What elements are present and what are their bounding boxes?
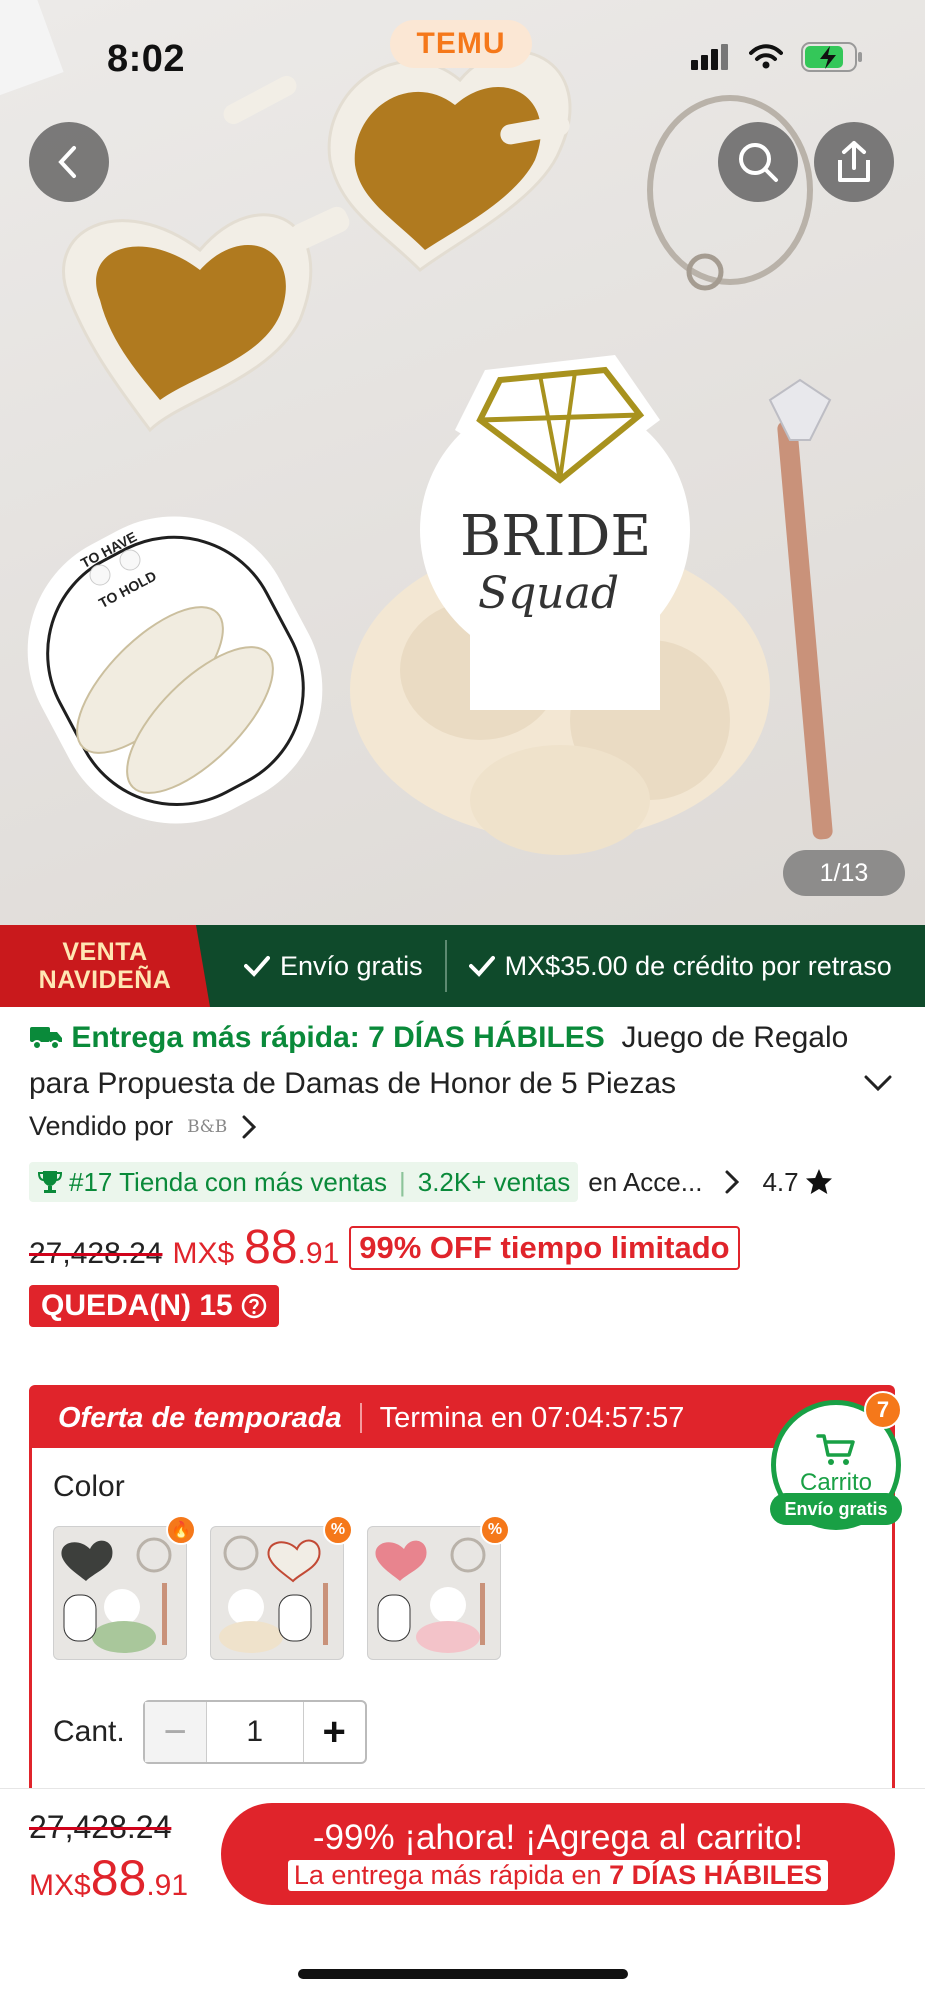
svg-text:Squad: Squad: [478, 568, 619, 619]
color-label: Color: [53, 1470, 125, 1503]
chevron-right-icon: [242, 1115, 257, 1138]
seller-row[interactable]: Vendido por B&B: [29, 1111, 901, 1142]
add-to-cart-button[interactable]: -99% ¡ahora! ¡Agrega al carrito! La entr…: [221, 1803, 895, 1905]
svg-text:BRIDE: BRIDE: [460, 504, 651, 569]
home-indicator[interactable]: [298, 1969, 628, 1979]
price-row: 27,428.24 MX$ 88 .91 99% OFF tiempo limi…: [29, 1220, 901, 1275]
hot-badge: 🔥: [166, 1515, 196, 1545]
quantity-value[interactable]: 1: [207, 1715, 303, 1749]
chevron-down-icon[interactable]: [863, 1073, 893, 1093]
offer-header: Oferta de temporada Termina en 07:04:57:…: [32, 1388, 892, 1448]
variant-thumbnail: [375, 1537, 486, 1653]
sale-price-decimal: .91: [297, 1237, 340, 1270]
store-rank-row[interactable]: #17 Tienda con más ventas | 3.2K+ ventas…: [29, 1162, 901, 1202]
decrease-quantity-button[interactable]: −: [144, 1702, 207, 1762]
bottom-original-price: 27,428.24: [29, 1809, 172, 1845]
product-image-gallery[interactable]: TO HAVE TO HOLD BRIDE Squad 8:02 TEMU 1/…: [0, 0, 925, 925]
variant-thumbnail: [61, 1537, 172, 1653]
quantity-label: Cant.: [53, 1715, 125, 1748]
store-rank-badge: #17 Tienda con más ventas | 3.2K+ ventas: [29, 1162, 579, 1202]
discount-percent-badge: %: [480, 1515, 510, 1545]
free-shipping-note: Envío gratis: [244, 951, 423, 982]
wifi-icon: [749, 44, 783, 69]
increase-quantity-button[interactable]: +: [302, 1702, 365, 1762]
back-button[interactable]: [29, 122, 109, 202]
help-icon: [241, 1293, 266, 1319]
original-price: 27,428.24: [29, 1237, 163, 1270]
quantity-stepper: − 1 +: [142, 1700, 367, 1764]
stock-badge[interactable]: QUEDA(N) 15: [29, 1285, 279, 1327]
bottom-purchase-bar: 27,428.24 MX$ 88 .91 -99% ¡ahora! ¡Agreg…: [0, 1788, 925, 2000]
check-icon: [244, 956, 270, 977]
divider: [444, 940, 447, 992]
bottom-sale-price: MX$ 88 .91: [29, 1850, 189, 1906]
delivery-truck-icon: [30, 1027, 62, 1050]
delivery-label: Entrega más rápida: 7 DÍAS HÁBILES: [71, 1021, 605, 1054]
quantity-row: Cant. − 1 +: [53, 1700, 892, 1764]
seller-logo: B&B: [187, 1116, 228, 1137]
discount-percent-badge: %: [323, 1515, 353, 1545]
share-icon: [838, 141, 870, 182]
check-icon: [468, 956, 495, 977]
delay-credit-note: MX$35.00 de crédito por retraso: [468, 950, 899, 982]
search-icon: [739, 143, 778, 182]
status-icons: [691, 42, 863, 72]
discount-badge: 99% OFF tiempo limitado: [349, 1225, 740, 1270]
product-info: Entrega más rápida: 7 DÍAS HÁBILES Juego…: [29, 1007, 901, 1327]
trophy-icon: [37, 1171, 63, 1193]
cart-icon: [816, 1434, 855, 1465]
sale-price-integer: 88: [244, 1221, 298, 1274]
category-text: en Acce...: [588, 1166, 703, 1197]
search-button[interactable]: [718, 122, 798, 202]
pen-graphic: [768, 378, 833, 840]
temu-logo[interactable]: TEMU: [390, 20, 532, 68]
color-option-pink[interactable]: %: [367, 1515, 510, 1660]
variant-thumbnail: [219, 1535, 328, 1653]
chevron-left-icon: [58, 146, 76, 178]
hair-clip-card-graphic: TO HAVE TO HOLD: [27, 516, 323, 824]
color-option-green[interactable]: 🔥: [53, 1515, 196, 1660]
cart-free-shipping-tag: Envío gratis: [770, 1493, 902, 1525]
share-button[interactable]: [814, 122, 894, 202]
image-counter: 1/13: [783, 850, 905, 896]
color-option-white[interactable]: %: [210, 1515, 353, 1660]
chevron-right-icon: [725, 1170, 740, 1194]
status-time: 8:02: [107, 38, 186, 80]
signal-icon: [691, 44, 728, 70]
star-icon: [805, 1169, 832, 1194]
battery-icon: [801, 42, 862, 72]
cart-count-badge: 7: [864, 1391, 902, 1429]
promo-strip[interactable]: VENTA NAVIDEÑA Envío gratis MX$35.00 de …: [0, 925, 925, 1007]
offer-countdown: Termina en 07:04:57:57: [379, 1401, 685, 1434]
christmas-sale-badge: VENTA NAVIDEÑA: [0, 925, 210, 1007]
offer-title: Oferta de temporada: [58, 1401, 342, 1434]
product-title[interactable]: Entrega más rápida: 7 DÍAS HÁBILES Juego…: [29, 1007, 901, 1099]
currency: MX$: [172, 1237, 235, 1270]
add-to-cart-label: -99% ¡ahora! ¡Agrega al carrito!: [312, 1817, 804, 1857]
delivery-promise: La entrega más rápida en 7 DÍAS HÁBILES: [287, 1859, 829, 1891]
rating-value: 4.7: [762, 1166, 799, 1197]
color-swatches: 🔥 % %: [53, 1515, 892, 1660]
